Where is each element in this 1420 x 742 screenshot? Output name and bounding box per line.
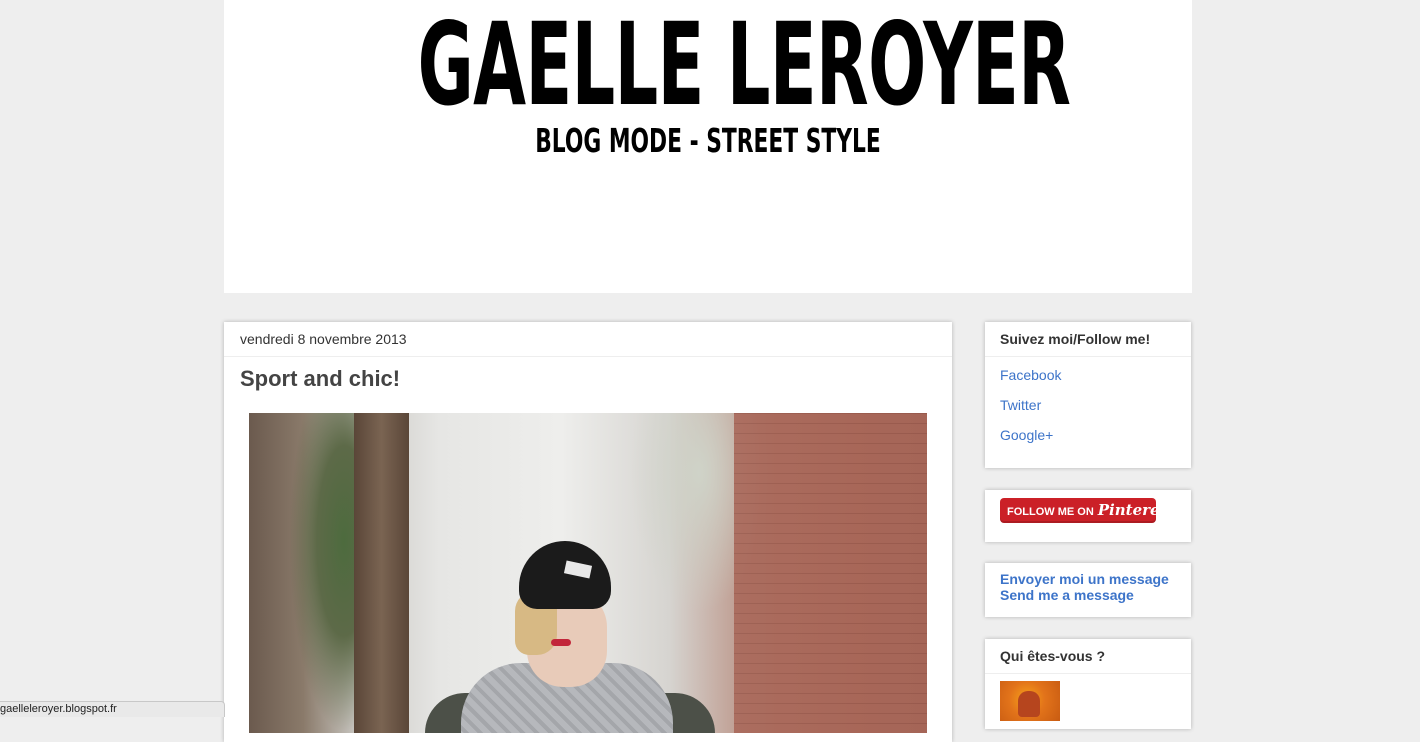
blog-post: vendredi 8 novembre 2013 Sport and chic! bbox=[224, 322, 952, 742]
pinterest-logo: Pinterest bbox=[1097, 501, 1156, 519]
post-date: vendredi 8 novembre 2013 bbox=[224, 322, 952, 357]
photo-trunk bbox=[354, 413, 409, 733]
blog-header: GAELLE LEROYER BLOG MODE - STREET STYLE bbox=[224, 0, 1192, 293]
blog-subtitle: BLOG MODE - STREET STYLE bbox=[535, 121, 881, 160]
post-photo[interactable] bbox=[249, 413, 927, 733]
about-widget-title: Qui êtes-vous ? bbox=[985, 639, 1191, 674]
follow-widget-title: Suivez moi/Follow me! bbox=[985, 322, 1191, 357]
send-message-link-fr[interactable]: Envoyer moi un message bbox=[985, 563, 1191, 587]
twitter-link[interactable]: Twitter bbox=[985, 390, 1191, 420]
message-widget: Envoyer moi un message Send me a message bbox=[985, 563, 1191, 617]
photo-beanie bbox=[519, 541, 611, 609]
blog-title[interactable]: GAELLE LEROYER bbox=[418, 6, 1071, 124]
post-title[interactable]: Sport and chic! bbox=[240, 365, 952, 393]
facebook-link[interactable]: Facebook bbox=[985, 360, 1191, 390]
profile-avatar[interactable] bbox=[1000, 681, 1060, 721]
pinterest-follow-button[interactable]: FOLLOW ME ONPinterest bbox=[1000, 498, 1156, 523]
pinterest-widget: FOLLOW ME ONPinterest bbox=[985, 490, 1191, 542]
photo-lips bbox=[551, 639, 571, 646]
send-message-link-en[interactable]: Send me a message bbox=[985, 587, 1191, 603]
follow-links: Facebook Twitter Google+ bbox=[985, 357, 1191, 450]
google-plus-link[interactable]: Google+ bbox=[985, 420, 1191, 450]
pinterest-button-label: FOLLOW ME ON bbox=[1007, 506, 1094, 518]
photo-brick-building bbox=[734, 413, 927, 733]
browser-status-bar: gaelleleroyer.blogspot.fr bbox=[0, 701, 225, 717]
follow-widget: Suivez moi/Follow me! Facebook Twitter G… bbox=[985, 322, 1191, 468]
